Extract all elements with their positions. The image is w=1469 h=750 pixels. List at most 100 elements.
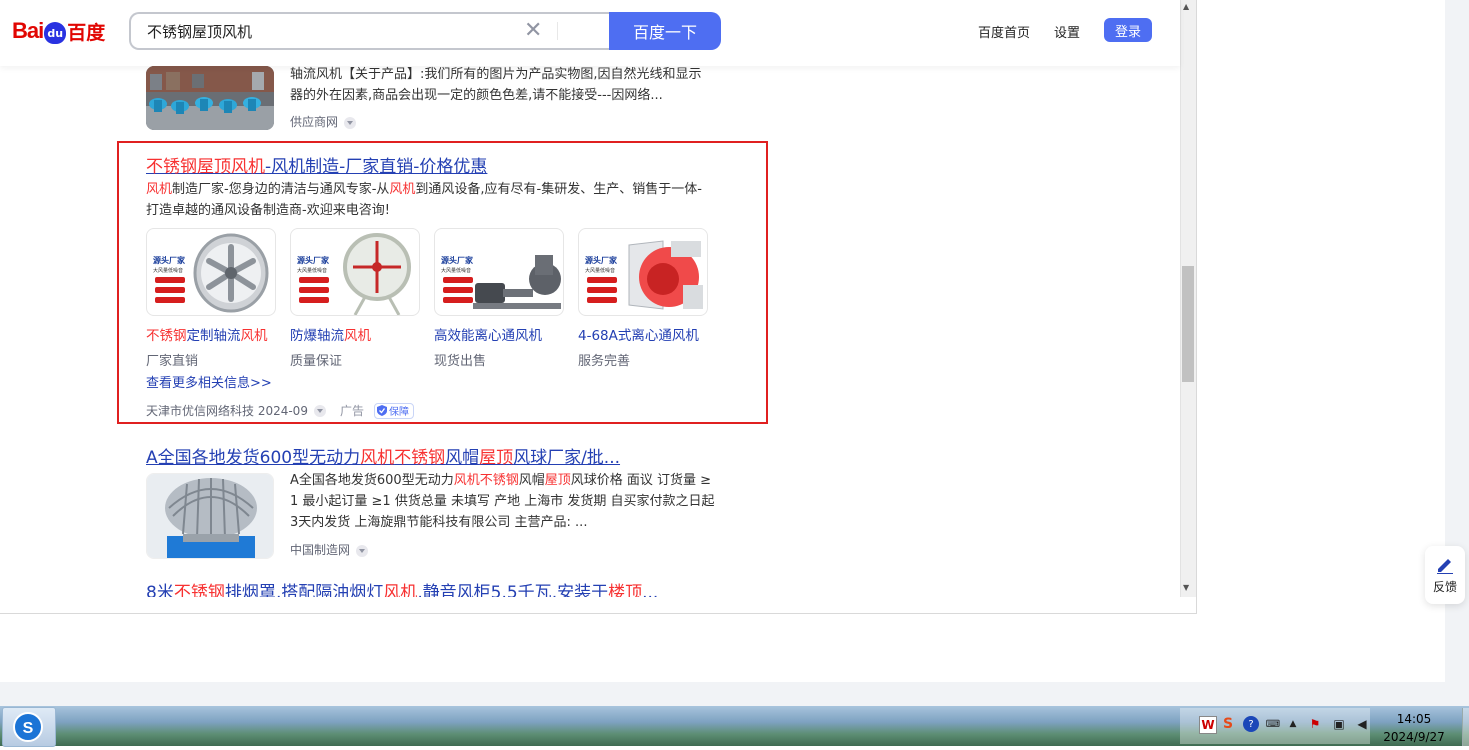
badge-text: 源头厂家 xyxy=(297,256,329,265)
axial-fans-image xyxy=(146,66,274,130)
result-title-link[interactable]: A全国各地发货600型无动力风机不锈钢风帽屋顶风球厂家/批... xyxy=(146,443,620,468)
chevron-down-icon[interactable] xyxy=(313,404,326,417)
badge-pill xyxy=(155,277,185,283)
product-title[interactable]: 4-68A式离心通风机 xyxy=(578,324,708,344)
result-source[interactable]: 供应商网 xyxy=(290,113,357,130)
nav-settings[interactable]: 设置 xyxy=(1054,22,1080,41)
badge-subtext: 大风量低噪音 xyxy=(441,268,472,274)
clear-icon[interactable]: ✕ xyxy=(524,18,542,43)
logo-text-bai: Bai xyxy=(12,18,44,43)
product-card[interactable]: 源头厂家 大风量低噪音 4-68A式离心通风机 服务完善 xyxy=(578,228,708,369)
badge-pill xyxy=(587,277,617,283)
feedback-button[interactable]: 反馈 xyxy=(1425,546,1465,604)
app-tray-icon[interactable]: W xyxy=(1199,716,1217,734)
source-name: 中国制造网 xyxy=(290,543,351,557)
chevron-up-icon[interactable]: ▲ xyxy=(1285,716,1301,732)
title-text: 排烟罩,搭配隔油烟灯 xyxy=(224,583,384,597)
product-image[interactable]: 源头厂家 大风量低噪音 xyxy=(290,228,420,316)
title-highlight: 不锈钢 xyxy=(173,583,225,597)
network-icon[interactable]: ▣ xyxy=(1331,716,1347,732)
clip-region: 8米不锈钢排烟罩,搭配隔油烟灯风机,静音风柜5.5千瓦,安装于楼顶... xyxy=(0,570,1180,597)
centrifugal-fan-icon xyxy=(473,255,561,309)
flag-icon[interactable]: ⚑ xyxy=(1307,716,1323,732)
search-header: Bai du 百度 ✕ 百度一下 百度首页 设置 登录 xyxy=(0,0,1180,66)
badge-pill xyxy=(155,287,185,293)
title-highlight: 不锈钢屋顶风机 xyxy=(146,157,265,177)
scrollbar-thumb[interactable] xyxy=(1182,266,1194,382)
badge-subtext: 大风量低噪音 xyxy=(153,268,184,274)
product-title[interactable]: 高效能离心通风机 xyxy=(434,324,564,344)
search-input[interactable] xyxy=(145,21,529,41)
show-desktop-button[interactable] xyxy=(1462,708,1469,746)
ad-description: 风机制造厂家-您身边的清洁与通风专家-从风机到通风设备,应有尽有-集研发、生产、… xyxy=(146,182,702,218)
badge-pill xyxy=(299,277,329,283)
product-subtitle: 服务完善 xyxy=(578,354,631,369)
title-text: 8米 xyxy=(146,583,174,597)
title-text: 风球厂家/批... xyxy=(513,448,621,468)
shield-check-icon xyxy=(376,405,387,416)
title-highlight: 楼顶 xyxy=(608,583,643,597)
start-button[interactable]: S xyxy=(2,707,56,747)
help-icon[interactable]: ? xyxy=(1243,716,1259,732)
volume-icon[interactable]: ◀ xyxy=(1354,716,1370,732)
viewport-divider xyxy=(1196,0,1197,614)
chevron-down-icon[interactable] xyxy=(344,116,357,129)
badge-pill xyxy=(443,287,473,293)
product-subtitle: 现货出售 xyxy=(434,354,487,369)
result-thumbnail[interactable] xyxy=(146,66,274,130)
result-description: 轴流风机【关于产品】:我们所有的图片为产品实物图,因自然光线和显示 器的外在因素… xyxy=(290,67,702,103)
badge-pill xyxy=(587,287,617,293)
chevron-down-icon[interactable] xyxy=(356,544,369,557)
ad-footer: 天津市优信网络科技 2024-09 广告 保障 xyxy=(146,402,414,419)
result-thumbnail[interactable] xyxy=(146,473,274,559)
title-text: 风帽 xyxy=(445,448,480,468)
search-divider xyxy=(557,22,558,40)
search-button[interactable]: 百度一下 xyxy=(609,12,721,50)
scroll-up-icon[interactable]: ▲ xyxy=(1183,2,1189,11)
result-title-link[interactable]: 8米不锈钢排烟罩,搭配隔油烟灯风机,静音风柜5.5千瓦,安装于楼顶... xyxy=(146,578,658,597)
product-card[interactable]: 源头厂家 大风量低噪音 高效能离心通风机 现货出售 xyxy=(434,228,564,369)
product-image[interactable]: 源头厂家 大风量低噪音 xyxy=(578,228,708,316)
product-card[interactable]: 源头厂家 大风量低噪音 不锈钢定制轴流风机 厂家直销 xyxy=(146,228,276,369)
badge-pill xyxy=(587,297,617,303)
guarantee-badge[interactable]: 保障 xyxy=(373,402,414,419)
source-name: 供应商网 xyxy=(290,115,339,129)
badge-text: 源头厂家 xyxy=(441,256,473,265)
paw-icon: du xyxy=(44,22,67,44)
product-title[interactable]: 不锈钢定制轴流风机 xyxy=(146,324,276,344)
sogou-input-icon[interactable]: S xyxy=(1220,716,1236,732)
clock[interactable]: 14:05 2024/9/27 xyxy=(1382,710,1446,746)
keyboard-icon[interactable]: ⌨ xyxy=(1265,716,1281,732)
product-subtitle: 厂家直销 xyxy=(146,354,199,369)
product-title[interactable]: 防爆轴流风机 xyxy=(290,324,420,344)
product-image[interactable]: 源头厂家 大风量低噪音 xyxy=(146,228,276,316)
svg-text:S: S xyxy=(23,720,34,737)
title-text: ,静音风柜5.5千瓦,安装于 xyxy=(417,583,609,597)
badge-label: 保障 xyxy=(388,407,409,418)
result-source[interactable]: 中国制造网 xyxy=(290,541,369,558)
badge-subtext: 大风量低噪音 xyxy=(585,268,616,274)
more-info-link[interactable]: 查看更多相关信息>> xyxy=(146,372,272,391)
explosion-proof-fan-icon xyxy=(343,233,411,315)
window-bottom-strip xyxy=(0,682,1469,706)
turbine-ventilator-image xyxy=(147,474,273,558)
badge-pill xyxy=(443,297,473,303)
result-description: A全国各地发货600型无动力风机不锈钢风帽屋顶风球价格 面议 订货量 ≥ 1 最… xyxy=(290,473,715,530)
baidu-logo[interactable]: Bai du 百度 xyxy=(12,14,105,48)
title-highlight: 风机 xyxy=(360,448,395,468)
product-image[interactable]: 源头厂家 大风量低噪音 xyxy=(434,228,564,316)
title-highlight: 不锈钢 xyxy=(394,448,446,468)
badge-pill xyxy=(299,297,329,303)
logo-text-cn: 百度 xyxy=(67,21,106,44)
title-text: -风机制造-厂家直销-价格优惠 xyxy=(265,157,488,177)
login-button[interactable]: 登录 xyxy=(1104,18,1152,42)
nav-baidu-home[interactable]: 百度首页 xyxy=(978,22,1030,41)
title-highlight: 屋顶 xyxy=(479,448,514,468)
sogou-app-icon: S xyxy=(13,712,43,742)
scroll-down-icon[interactable]: ▼ xyxy=(1183,583,1189,592)
ad-source[interactable]: 天津市优信网络科技 2024-09 xyxy=(146,402,308,419)
product-card[interactable]: 源头厂家 大风量低噪音 防爆轴流风机 质量保证 xyxy=(290,228,420,369)
clock-date: 2024/9/27 xyxy=(1383,730,1445,744)
badge-pill xyxy=(443,277,473,283)
ad-title-link[interactable]: 不锈钢屋顶风机-风机制造-厂家直销-价格优惠 xyxy=(146,152,487,177)
